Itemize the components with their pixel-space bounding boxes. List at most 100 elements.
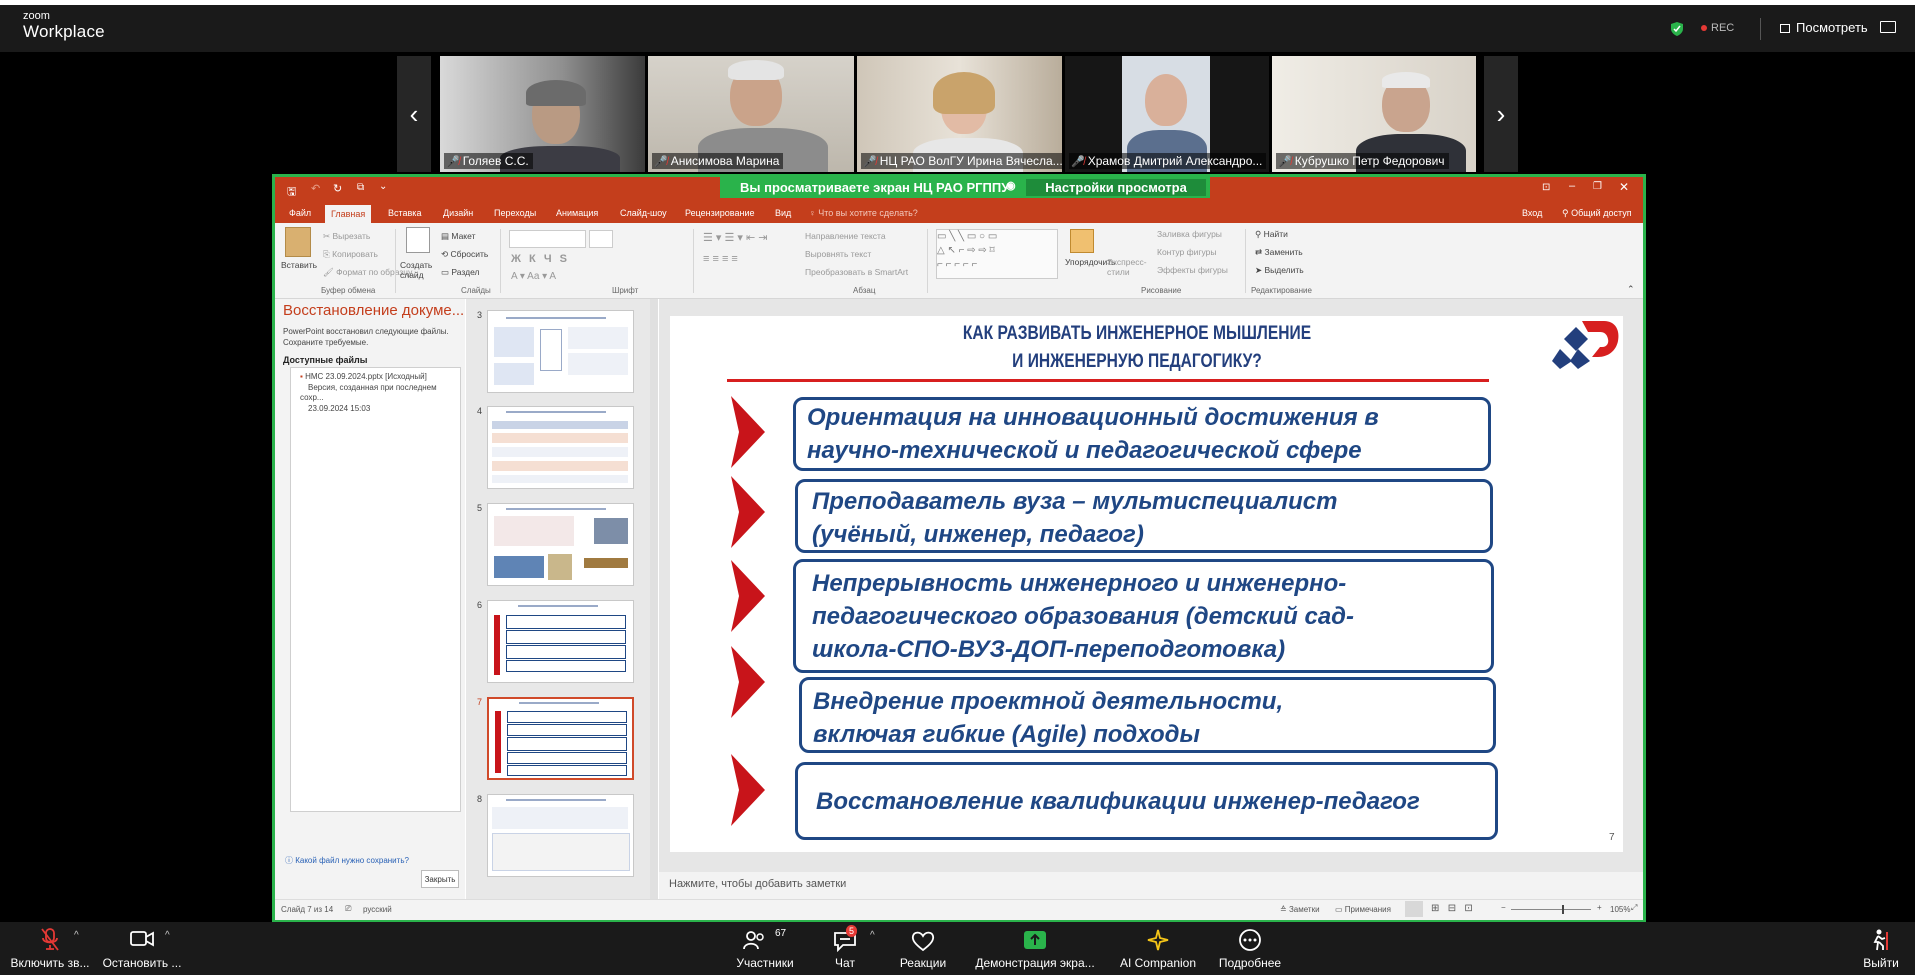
shape-outline-button[interactable]: Контур фигуры bbox=[1157, 247, 1216, 257]
paste-icon[interactable] bbox=[285, 227, 311, 257]
chat-button[interactable]: 5 Чат bbox=[815, 922, 875, 975]
video-options-caret[interactable]: ^ bbox=[165, 930, 170, 941]
tab-transitions[interactable]: Переходы bbox=[494, 208, 536, 218]
save-icon[interactable]: 🖫 bbox=[287, 183, 296, 202]
new-slide-button[interactable]: Создать слайд bbox=[400, 260, 434, 280]
gallery-prev-button[interactable]: ‹ bbox=[397, 56, 431, 172]
participants-button[interactable]: 67 Участники bbox=[725, 922, 805, 975]
recovery-close-button[interactable]: Закрыть bbox=[421, 870, 459, 888]
replace-button[interactable]: ⇄ Заменить bbox=[1255, 247, 1303, 258]
slide-point-box[interactable]: Восстановление квалификации инженер-педа… bbox=[795, 762, 1498, 840]
notes-toggle[interactable]: ≙ Заметки bbox=[1280, 905, 1320, 914]
remote-control-icon[interactable]: ◉ bbox=[1006, 179, 1016, 192]
slideshow-icon[interactable]: ⧉ bbox=[357, 182, 364, 193]
zoom-out-icon[interactable]: − bbox=[1501, 903, 1506, 912]
slide-thumbnail[interactable] bbox=[487, 310, 634, 393]
slide-point-box[interactable]: Преподаватель вуза – мультиспециалист (уч… bbox=[795, 479, 1493, 553]
tell-me-search[interactable]: ♀ Что вы хотите сделать? bbox=[809, 208, 918, 218]
share-link[interactable]: ⚲ Общий доступ bbox=[1562, 208, 1632, 219]
tab-view[interactable]: Вид bbox=[775, 208, 791, 218]
copy-button[interactable]: ⎘ Копировать bbox=[323, 249, 378, 260]
tab-review[interactable]: Рецензирование bbox=[685, 208, 755, 218]
zoom-slider[interactable] bbox=[1511, 909, 1591, 910]
font-size-box[interactable] bbox=[589, 230, 613, 248]
language-label[interactable]: русский bbox=[363, 905, 392, 914]
font-format-buttons[interactable]: ЖКЧS bbox=[511, 253, 575, 265]
slide-thumbnail[interactable] bbox=[487, 503, 634, 586]
font-color-button[interactable]: A ▾ Aa ▾ A bbox=[511, 271, 556, 282]
zoom-slider-handle[interactable] bbox=[1562, 905, 1564, 914]
paste-button[interactable]: Вставить bbox=[281, 260, 317, 270]
font-name-box[interactable] bbox=[509, 230, 586, 248]
undo-icon[interactable]: ↶ bbox=[311, 182, 320, 195]
select-button[interactable]: ➤ Выделить bbox=[1255, 265, 1304, 276]
text-direction-button[interactable]: Направление текста bbox=[805, 231, 886, 241]
restore-icon[interactable]: ❐ bbox=[1593, 181, 1602, 192]
shield-icon[interactable] bbox=[1671, 22, 1683, 36]
view-mode-icons[interactable]: ⊞ ⊟ ⊡ bbox=[1431, 903, 1473, 914]
reactions-button[interactable]: Реакции bbox=[888, 922, 958, 975]
smartart-button[interactable]: Преобразовать в SmartArt bbox=[805, 267, 908, 277]
slide-point-box[interactable]: Ориентация на инновационный достижения в… bbox=[793, 397, 1491, 471]
shape-fill-button[interactable]: Заливка фигуры bbox=[1157, 229, 1222, 239]
fullscreen-icon[interactable] bbox=[1880, 21, 1896, 33]
normal-view-icon[interactable] bbox=[1405, 901, 1423, 917]
align-text-button[interactable]: Выровнять текст bbox=[805, 249, 871, 259]
shapes-gallery[interactable]: ▭ ╲ ╲ ▭ ○ ▭ △ ↖ ⌐ ⇨ ⇨ ⌑ ⌐ ⌐ ⌐ ⌐ ⌐ bbox=[936, 229, 1058, 279]
shape-effects-button[interactable]: Эффекты фигуры bbox=[1157, 265, 1228, 275]
thumbnail-scrollbar[interactable] bbox=[650, 299, 658, 899]
view-options-button[interactable]: Настройки просмотра bbox=[1026, 179, 1206, 196]
slide-thumbnail[interactable] bbox=[487, 406, 634, 489]
view-button[interactable]: Посмотреть bbox=[1780, 20, 1868, 35]
tab-design[interactable]: Дизайн bbox=[443, 208, 473, 218]
gallery-next-button[interactable]: › bbox=[1484, 56, 1518, 172]
slide-thumbnail[interactable] bbox=[487, 794, 634, 877]
tab-insert[interactable]: Вставка bbox=[388, 208, 421, 218]
find-button[interactable]: ⚲ Найти bbox=[1255, 229, 1288, 240]
quick-styles-button[interactable]: Экспресс-стили bbox=[1107, 257, 1147, 277]
new-slide-icon[interactable] bbox=[406, 227, 430, 253]
participant-tile[interactable]: 🎤̸ Храмов Дмитрий Александро... bbox=[1065, 56, 1269, 172]
reset-button[interactable]: ⟲ Сбросить bbox=[441, 249, 488, 260]
more-button[interactable]: Подробнее bbox=[1212, 922, 1288, 975]
tab-file[interactable]: Файл bbox=[289, 208, 311, 218]
tab-slideshow[interactable]: Слайд-шоу bbox=[620, 208, 667, 218]
leave-button[interactable]: Выйти bbox=[1856, 922, 1906, 975]
slide-thumbnail-selected[interactable] bbox=[487, 697, 634, 780]
participant-tile[interactable]: 🎤̸ Анисимова Марина bbox=[648, 56, 854, 172]
bullets-icon[interactable]: ☰ ▾ ☰ ▾ ⇤ ⇥ bbox=[703, 231, 767, 244]
minimize-icon[interactable]: – bbox=[1569, 180, 1575, 192]
sign-in-link[interactable]: Вход bbox=[1522, 208, 1542, 218]
align-icons[interactable]: ≡ ≡ ≡ ≡ bbox=[703, 253, 738, 265]
tab-home[interactable]: Главная bbox=[325, 205, 372, 223]
unmute-button[interactable]: Включить зв... bbox=[4, 922, 96, 975]
slide-point-box[interactable]: Непрерывность инженерного и инженерно-пе… bbox=[793, 559, 1494, 673]
share-screen-button[interactable]: Демонстрация экра... bbox=[966, 922, 1104, 975]
stop-video-button[interactable]: Остановить ... bbox=[96, 922, 188, 975]
zoom-level[interactable]: 105% bbox=[1610, 905, 1630, 914]
customize-toolbar-icon[interactable]: ⌄ bbox=[379, 181, 387, 192]
slide-title[interactable]: КАК РАЗВИВАТЬ ИНЖЕНЕРНОЕ МЫШЛЕНИЕ И ИНЖЕН… bbox=[891, 320, 1383, 376]
fit-slide-icon[interactable]: ⤢ bbox=[1631, 903, 1637, 913]
collapse-ribbon-icon[interactable]: ⌃ bbox=[1627, 284, 1635, 295]
spellcheck-icon[interactable]: ⎚ bbox=[345, 904, 351, 914]
arrange-icon[interactable] bbox=[1070, 229, 1094, 253]
audio-options-caret[interactable]: ^ bbox=[74, 930, 79, 941]
chat-options-caret[interactable]: ^ bbox=[870, 930, 875, 941]
participant-tile[interactable]: 🎤̸ НЦ РАО ВолГУ Ирина Вячесла... bbox=[857, 56, 1062, 172]
slide-thumbnail[interactable] bbox=[487, 600, 634, 683]
section-button[interactable]: ▭ Раздел bbox=[441, 267, 480, 278]
close-icon[interactable]: ✕ bbox=[1619, 180, 1629, 194]
notes-placeholder[interactable]: Нажмите, чтобы добавить заметки bbox=[669, 878, 846, 890]
zoom-in-icon[interactable]: + bbox=[1597, 903, 1602, 912]
participant-tile[interactable]: 🎤̸ Кубрушко Петр Федорович bbox=[1272, 56, 1476, 172]
layout-button[interactable]: ▤ Макет bbox=[441, 231, 475, 242]
tab-animations[interactable]: Анимация bbox=[556, 208, 598, 218]
cut-button[interactable]: ✂ Вырезать bbox=[323, 231, 370, 242]
slide-point-box[interactable]: Внедрение проектной деятельности, включая… bbox=[799, 677, 1496, 753]
ai-companion-button[interactable]: AI Companion bbox=[1112, 922, 1204, 975]
format-painter-button[interactable]: 🖌 Формат по образцу bbox=[323, 267, 412, 278]
redo-icon[interactable]: ↻ bbox=[333, 182, 342, 195]
ribbon-display-icon[interactable]: ⊡ bbox=[1542, 182, 1550, 193]
participant-tile[interactable]: 🎤̸ Голяев С.С. bbox=[440, 56, 645, 172]
